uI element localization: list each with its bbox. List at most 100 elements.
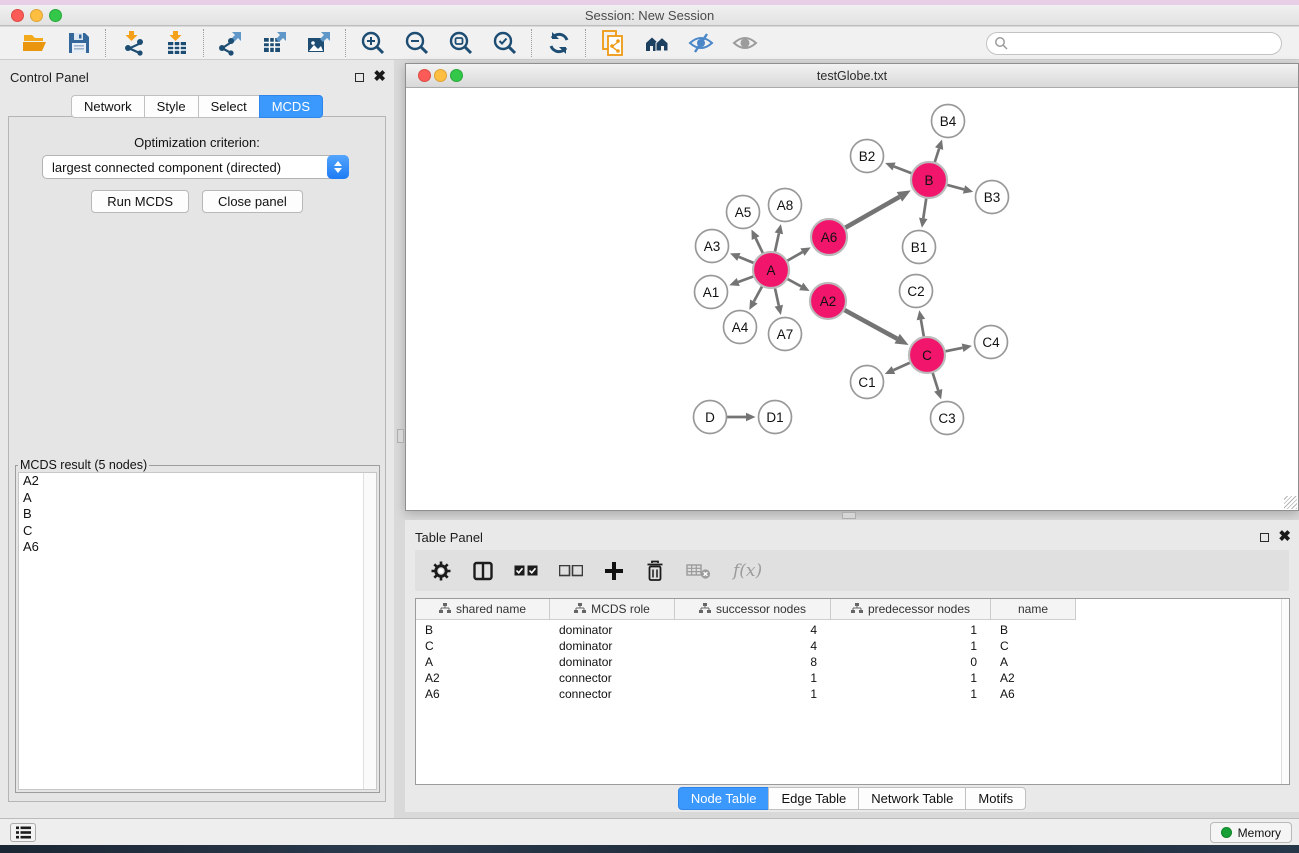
table-cell[interactable]: C — [991, 639, 1076, 653]
table-row-3[interactable]: A2connector11A2 — [416, 670, 1289, 686]
table-tab-node-table[interactable]: Node Table — [678, 787, 770, 810]
import-table-icon[interactable] — [163, 30, 190, 57]
network-graph[interactable]: AA1A2A3A4A5A6A7A8BB1B2B3B4CC1C2C3C4DD1 — [406, 88, 1298, 510]
close-table-panel-icon[interactable]: ✖ — [1278, 532, 1291, 542]
table-tab-motifs[interactable]: Motifs — [965, 787, 1026, 810]
tab-style[interactable]: Style — [144, 95, 199, 118]
table-cell[interactable]: 1 — [831, 671, 991, 685]
export-table-icon[interactable] — [261, 30, 288, 57]
tab-mcds[interactable]: MCDS — [259, 95, 323, 118]
column-header-MCDS-role[interactable]: MCDS role — [550, 599, 675, 620]
table-cell[interactable]: dominator — [550, 655, 675, 669]
show-all-icon[interactable] — [731, 30, 758, 57]
zoom-selected-icon[interactable] — [491, 30, 518, 57]
export-network-icon[interactable] — [217, 30, 244, 57]
table-cell[interactable]: 8 — [675, 655, 831, 669]
result-item-a[interactable]: A — [19, 490, 376, 507]
graph-edge-arrow — [935, 140, 943, 150]
table-cell[interactable]: A2 — [416, 671, 550, 685]
run-mcds-button[interactable]: Run MCDS — [91, 190, 189, 213]
save-session-icon[interactable] — [65, 30, 92, 57]
table-cell[interactable]: dominator — [550, 623, 675, 637]
column-header-successor-nodes[interactable]: successor nodes — [675, 599, 831, 620]
tab-network[interactable]: Network — [71, 95, 145, 118]
table-row-4[interactable]: A6connector11A6 — [416, 686, 1289, 702]
table-row-0[interactable]: Bdominator41B — [416, 622, 1289, 638]
delete-columns-icon[interactable] — [645, 560, 665, 582]
zoom-in-icon[interactable] — [359, 30, 386, 57]
search-input[interactable] — [986, 32, 1282, 55]
table-cell[interactable]: 4 — [675, 623, 831, 637]
horizontal-splitter-handle[interactable] — [397, 429, 404, 443]
refresh-icon[interactable] — [545, 30, 572, 57]
desktop-strip — [0, 845, 1299, 853]
new-network-from-selection-icon[interactable] — [599, 30, 626, 57]
table-cell[interactable]: C — [416, 639, 550, 653]
graph-node-label-A1: A1 — [703, 285, 720, 300]
table-cell[interactable]: 1 — [675, 687, 831, 701]
hide-selected-icon[interactable] — [687, 30, 714, 57]
show-columns-icon[interactable] — [473, 561, 493, 581]
table-cell[interactable]: 1 — [831, 639, 991, 653]
criterion-selected-value: largest connected component (directed) — [52, 160, 281, 175]
result-item-a2[interactable]: A2 — [19, 473, 376, 490]
criterion-select[interactable]: largest connected component (directed) — [42, 155, 349, 179]
table-options-icon[interactable] — [430, 560, 452, 582]
table-scrollbar[interactable] — [1281, 599, 1289, 784]
table-cell[interactable]: dominator — [550, 639, 675, 653]
table-body: Bdominator41BCdominator41CAdominator80AA… — [416, 620, 1289, 702]
network-window-titlebar[interactable]: testGlobe.txt — [406, 64, 1298, 88]
table-cell[interactable]: connector — [550, 687, 675, 701]
table-cell[interactable]: A6 — [416, 687, 550, 701]
table-tab-edge-table[interactable]: Edge Table — [768, 787, 859, 810]
table-cell[interactable]: A — [991, 655, 1076, 669]
column-header-name[interactable]: name — [991, 599, 1076, 620]
table-cell[interactable]: 1 — [831, 623, 991, 637]
result-item-b[interactable]: B — [19, 506, 376, 523]
table-cell[interactable]: A — [416, 655, 550, 669]
table-cell[interactable]: 1 — [675, 671, 831, 685]
result-item-c[interactable]: C — [19, 523, 376, 540]
column-header-predecessor-nodes[interactable]: predecessor nodes — [831, 599, 991, 620]
table-cell[interactable]: A6 — [991, 687, 1076, 701]
export-image-icon[interactable] — [305, 30, 332, 57]
column-type-icon — [439, 602, 451, 616]
import-network-icon[interactable] — [119, 30, 146, 57]
table-cell[interactable]: B — [991, 623, 1076, 637]
table-cell[interactable]: A2 — [991, 671, 1076, 685]
close-panel-icon[interactable]: ✖ — [373, 72, 386, 82]
delete-table-icon[interactable] — [686, 562, 712, 580]
resize-grip-icon[interactable] — [1284, 496, 1297, 509]
vertical-splitter-handle[interactable] — [842, 512, 856, 519]
result-scrollbar[interactable] — [363, 473, 376, 789]
unselect-all-columns-icon[interactable] — [559, 565, 583, 577]
function-builder-icon[interactable]: f(x) — [733, 561, 762, 581]
graph-node-label-A6: A6 — [821, 230, 838, 245]
list-icon — [16, 826, 31, 839]
table-cell[interactable]: connector — [550, 671, 675, 685]
first-neighbors-icon[interactable] — [643, 30, 670, 57]
select-all-columns-icon[interactable] — [514, 565, 538, 577]
graph-node-label-A5: A5 — [735, 205, 752, 220]
result-item-a6[interactable]: A6 — [19, 539, 376, 556]
graph-node-label-B3: B3 — [984, 190, 1001, 205]
table-cell[interactable]: 4 — [675, 639, 831, 653]
control-panel-titlebar: Control Panel ✖ — [10, 68, 386, 86]
open-session-icon[interactable] — [21, 30, 48, 57]
create-column-icon[interactable] — [604, 561, 624, 581]
memory-button[interactable]: Memory — [1210, 822, 1292, 843]
table-tab-network-table[interactable]: Network Table — [858, 787, 966, 810]
task-history-button[interactable] — [10, 823, 36, 842]
column-header-shared-name[interactable]: shared name — [416, 599, 550, 620]
zoom-fit-icon[interactable] — [447, 30, 474, 57]
table-cell[interactable]: 1 — [831, 687, 991, 701]
table-cell[interactable]: B — [416, 623, 550, 637]
tab-select[interactable]: Select — [198, 95, 260, 118]
zoom-out-icon[interactable] — [403, 30, 430, 57]
float-table-panel-icon[interactable] — [1260, 533, 1269, 542]
float-panel-icon[interactable] — [355, 73, 364, 82]
table-row-2[interactable]: Adominator80A — [416, 654, 1289, 670]
table-row-1[interactable]: Cdominator41C — [416, 638, 1289, 654]
table-cell[interactable]: 0 — [831, 655, 991, 669]
close-panel-button[interactable]: Close panel — [202, 190, 303, 213]
